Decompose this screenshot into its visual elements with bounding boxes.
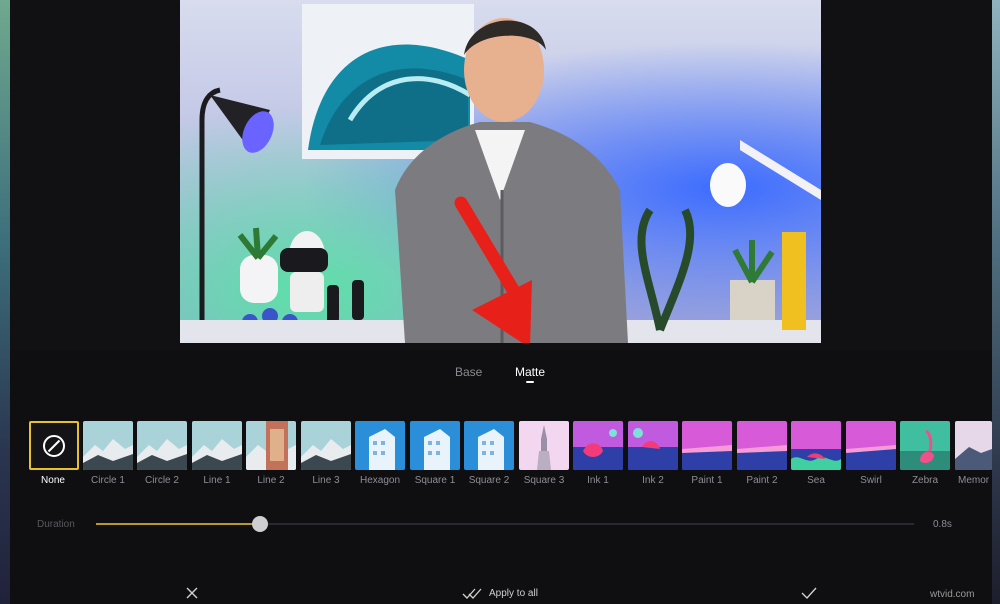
transition-label-circle-1: Circle 1 (91, 475, 125, 486)
building-thumbnail (355, 421, 405, 470)
mountain-thumbnail (137, 421, 187, 470)
duration-value: 0.8s (933, 519, 952, 530)
transition-label-hexagon: Hexagon (359, 475, 401, 486)
apply-to-all-label: Apply to all (489, 587, 538, 599)
transition-label-line-3: Line 3 (312, 475, 340, 486)
video-frame-illustration (180, 4, 821, 343)
video-preview[interactable] (180, 0, 821, 343)
transition-label-paint-1: Paint 1 (691, 475, 723, 486)
tower-thumbnail (519, 421, 569, 470)
building-thumbnail (410, 421, 460, 470)
building-thumbnail (464, 421, 514, 470)
ink-thumbnail (628, 421, 678, 470)
transition-label-none: None (41, 475, 65, 486)
transition-line-1[interactable] (192, 421, 242, 470)
duration-slider-knob[interactable] (251, 516, 268, 532)
duration-slider-fill (96, 523, 260, 525)
transition-ink-2[interactable] (628, 421, 678, 470)
transition-label-square-2: Square 2 (468, 475, 510, 486)
transition-label-sea: Sea (807, 475, 825, 486)
transition-hexagon[interactable] (355, 421, 405, 470)
transition-line-3[interactable] (301, 421, 351, 470)
mountain-thumbnail (955, 421, 992, 470)
confirm-button[interactable] (800, 584, 818, 602)
transition-none[interactable] (29, 421, 79, 470)
transition-label-memories: Memor (958, 475, 990, 486)
transition-paint-1[interactable] (682, 421, 732, 470)
apply-to-all-button[interactable]: Apply to all (462, 584, 538, 602)
tab-matte[interactable]: Matte (515, 365, 545, 379)
tab-base[interactable]: Base (455, 365, 482, 379)
duration-slider-track[interactable] (96, 523, 914, 525)
transition-line-2[interactable] (246, 421, 296, 470)
transition-label-square-3: Square 3 (523, 475, 565, 486)
tab-active-indicator (526, 381, 534, 383)
transition-label-line-2: Line 2 (257, 475, 285, 486)
mountain-thumbnail (301, 421, 351, 470)
transition-label-line-1: Line 1 (203, 475, 231, 486)
transition-label-ink-2: Ink 2 (642, 475, 664, 486)
transition-label-circle-2: Circle 2 (145, 475, 179, 486)
check-icon (801, 587, 817, 600)
transition-zebra[interactable] (900, 421, 950, 470)
flamingo-thumbnail (900, 421, 950, 470)
double-check-icon (462, 588, 482, 599)
paint-thumbnail (682, 421, 732, 470)
transition-sea[interactable] (791, 421, 841, 470)
swirl-thumbnail (846, 421, 896, 470)
watermark: wtvid.com (930, 589, 975, 600)
cancel-button[interactable] (184, 584, 200, 602)
sea-thumbnail (791, 421, 841, 470)
transition-memories[interactable] (955, 421, 992, 470)
ink-thumbnail (573, 421, 623, 470)
transition-label-zebra: Zebra (911, 475, 939, 486)
transition-circle-2[interactable] (137, 421, 187, 470)
paint-thumbnail (737, 421, 787, 470)
left-edge-backdrop (0, 0, 10, 604)
none-icon (43, 434, 65, 457)
mountain-thumbnail (246, 421, 296, 470)
mountain-thumbnail (83, 421, 133, 470)
mountain-thumbnail (192, 421, 242, 470)
transition-square-3[interactable] (519, 421, 569, 470)
transition-label-paint-2: Paint 2 (746, 475, 778, 486)
transition-swirl[interactable] (846, 421, 896, 470)
duration-label: Duration (37, 519, 75, 530)
transition-label-swirl: Swirl (860, 475, 882, 486)
transition-circle-1[interactable] (83, 421, 133, 470)
transition-label-square-1: Square 1 (414, 475, 456, 486)
close-icon (186, 587, 198, 599)
transition-square-2[interactable] (464, 421, 514, 470)
right-edge-backdrop (992, 0, 1000, 604)
transition-ink-1[interactable] (573, 421, 623, 470)
transition-paint-2[interactable] (737, 421, 787, 470)
transition-square-1[interactable] (410, 421, 460, 470)
transition-label-ink-1: Ink 1 (587, 475, 609, 486)
